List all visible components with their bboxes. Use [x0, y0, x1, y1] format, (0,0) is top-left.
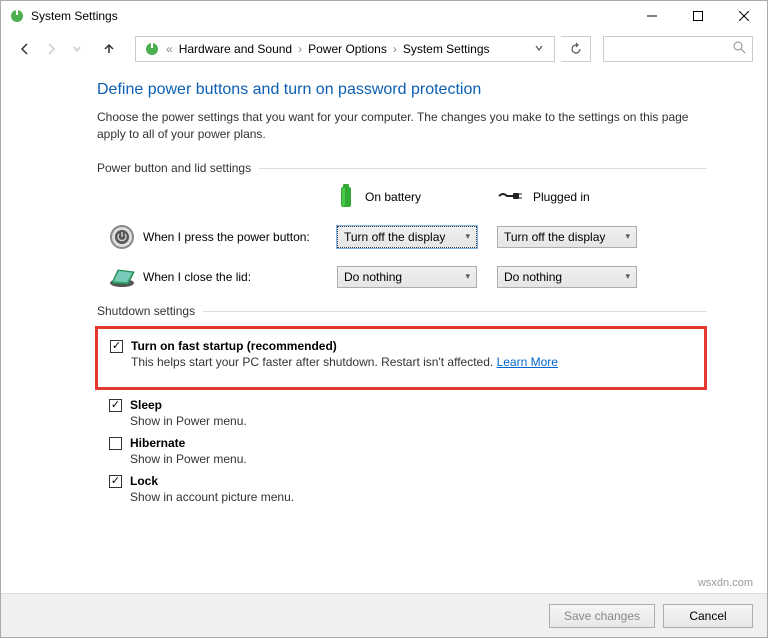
section-power-lid: Power button and lid settings [97, 161, 707, 175]
lock-checkbox[interactable] [109, 475, 122, 488]
fast-startup-highlight: Turn on fast startup (recommended) This … [95, 326, 707, 390]
section-shutdown: Shutdown settings [97, 304, 707, 318]
power-button-label: When I press the power button: [137, 230, 337, 244]
app-icon [9, 8, 25, 24]
forward-button[interactable] [41, 39, 61, 59]
page-description: Choose the power settings that you want … [97, 109, 707, 143]
chevron-down-icon: ▾ [625, 271, 630, 282]
lock-label: Lock [130, 474, 158, 488]
search-input[interactable] [603, 36, 753, 62]
breadcrumb-system[interactable]: System Settings [399, 40, 494, 58]
maximize-button[interactable] [675, 1, 721, 31]
page-title: Define power buttons and turn on passwor… [97, 81, 707, 99]
chevron-right-icon: › [393, 42, 397, 56]
battery-icon [337, 183, 355, 212]
sleep-desc: Show in Power menu. [130, 414, 707, 428]
power-button-battery-dropdown[interactable]: Turn off the display▾ [337, 226, 477, 248]
minimize-button[interactable] [629, 1, 675, 31]
plug-icon [497, 188, 523, 207]
hibernate-label: Hibernate [130, 436, 185, 450]
window-title: System Settings [31, 9, 629, 23]
breadcrumb-prefix: « [166, 42, 173, 56]
fast-startup-desc: This helps start your PC faster after sh… [131, 355, 692, 369]
chevron-down-icon: ▾ [625, 231, 630, 242]
sleep-checkbox[interactable] [109, 399, 122, 412]
back-button[interactable] [15, 39, 35, 59]
nav-toolbar: « Hardware and Sound › Power Options › S… [1, 31, 767, 67]
fast-startup-label: Turn on fast startup (recommended) [131, 339, 337, 353]
chevron-down-icon: ▾ [465, 271, 470, 282]
power-options-icon [144, 41, 160, 57]
search-icon [733, 41, 746, 57]
lid-label: When I close the lid: [137, 270, 337, 284]
footer: Save changes Cancel [1, 593, 767, 637]
lid-icon [107, 264, 137, 290]
chevron-down-icon: ▾ [465, 231, 470, 242]
close-button[interactable] [721, 1, 767, 31]
breadcrumb-power[interactable]: Power Options [304, 40, 391, 58]
hibernate-desc: Show in Power menu. [130, 452, 707, 466]
content-area: Define power buttons and turn on passwor… [1, 67, 767, 504]
titlebar: System Settings [1, 1, 767, 31]
lid-battery-dropdown[interactable]: Do nothing▾ [337, 266, 477, 288]
refresh-button[interactable] [561, 36, 591, 62]
cancel-button[interactable]: Cancel [663, 604, 753, 628]
column-battery: On battery [337, 183, 497, 212]
learn-more-link[interactable]: Learn More [497, 355, 558, 369]
lid-plugged-dropdown[interactable]: Do nothing▾ [497, 266, 637, 288]
address-bar[interactable]: « Hardware and Sound › Power Options › S… [135, 36, 555, 62]
chevron-right-icon: › [298, 42, 302, 56]
address-dropdown-icon[interactable] [528, 42, 550, 56]
watermark: wsxdn.com [698, 577, 753, 589]
breadcrumb-hardware[interactable]: Hardware and Sound [175, 40, 296, 58]
fast-startup-checkbox[interactable] [110, 340, 123, 353]
up-button[interactable] [99, 39, 119, 59]
column-plugged: Plugged in [497, 183, 657, 212]
sleep-label: Sleep [130, 398, 162, 412]
power-button-icon [107, 224, 137, 250]
save-button[interactable]: Save changes [549, 604, 655, 628]
power-button-plugged-dropdown[interactable]: Turn off the display▾ [497, 226, 637, 248]
recent-dropdown[interactable] [67, 39, 87, 59]
hibernate-checkbox[interactable] [109, 437, 122, 450]
lock-desc: Show in account picture menu. [130, 490, 707, 504]
